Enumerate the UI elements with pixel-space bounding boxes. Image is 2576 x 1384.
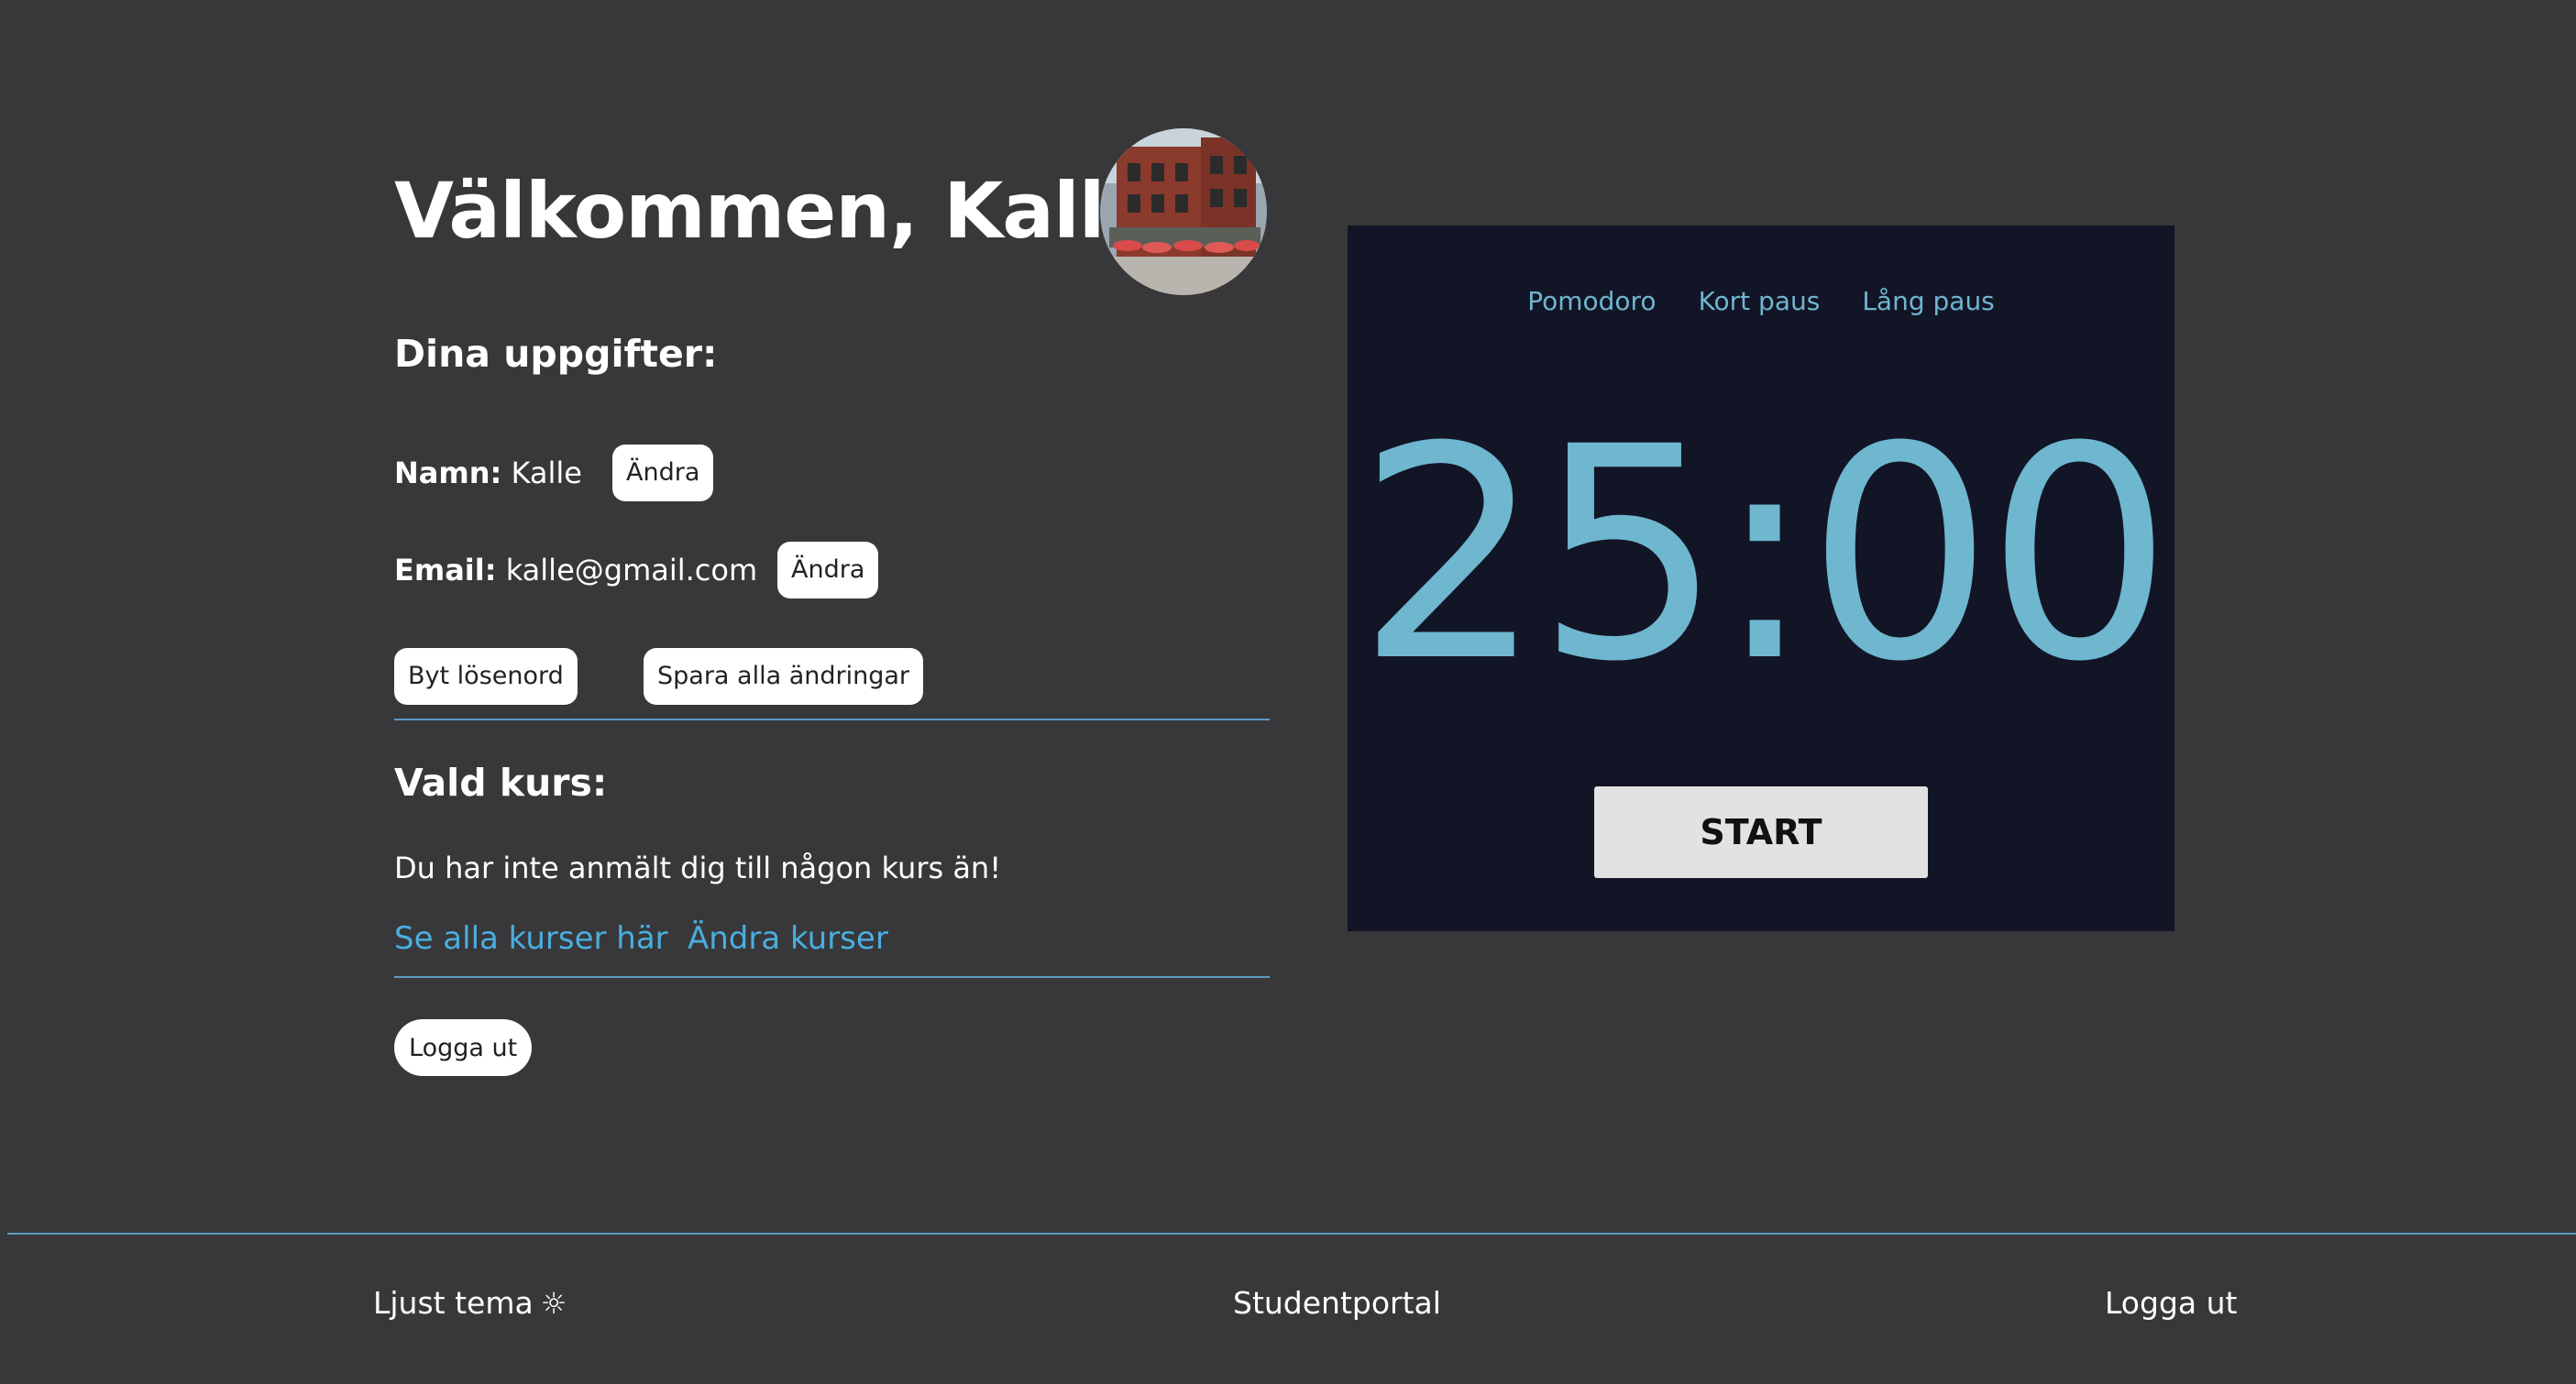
see-courses-link[interactable]: Se alla kurser här: [394, 920, 668, 957]
no-course-text: Du har inte anmält dig till någon kurs ä…: [394, 851, 1002, 885]
tab-long-break[interactable]: Lång paus: [1862, 286, 1994, 316]
theme-toggle[interactable]: Ljust tema ☼: [373, 1285, 567, 1321]
tab-pomodoro[interactable]: Pomodoro: [1527, 286, 1656, 316]
footer-logout-link[interactable]: Logga ut: [2105, 1285, 2237, 1321]
email-row: Email: kalle@gmail.com: [394, 542, 757, 599]
tab-short-break[interactable]: Kort paus: [1699, 286, 1821, 316]
footer-divider: [7, 1233, 2576, 1235]
sun-icon: ☼: [540, 1286, 567, 1321]
timer-tabs: Pomodoro Kort paus Lång paus: [1348, 286, 2174, 316]
details-divider: [394, 719, 1270, 720]
start-button[interactable]: START: [1594, 786, 1928, 878]
pomodoro-timer: Pomodoro Kort paus Lång paus 25:00 START: [1348, 225, 2174, 931]
theme-label: Ljust tema: [373, 1285, 534, 1321]
timer-display: 25:00: [1356, 385, 2173, 726]
email-value: kalle@gmail.com: [505, 553, 758, 588]
save-all-button[interactable]: Spara alla ändringar: [644, 648, 924, 705]
name-label: Namn:: [394, 456, 502, 490]
change-password-button[interactable]: Byt lösenord: [394, 648, 578, 705]
name-row: Namn: Kalle: [394, 445, 582, 501]
avatar: [1100, 128, 1267, 295]
edit-email-button[interactable]: Ändra: [777, 542, 879, 599]
welcome-title: Välkommen, Kalle: [394, 166, 1157, 256]
course-divider: [394, 976, 1270, 978]
change-courses-link[interactable]: Ändra kurser: [688, 920, 888, 957]
name-value: Kalle: [511, 456, 582, 490]
building-photo-icon: [1100, 128, 1267, 295]
edit-name-button[interactable]: Ändra: [612, 445, 714, 501]
logout-button[interactable]: Logga ut: [394, 1019, 533, 1076]
course-heading: Vald kurs:: [394, 761, 608, 805]
email-label: Email:: [394, 553, 497, 588]
details-heading: Dina uppgifter:: [394, 332, 718, 376]
student-portal-link[interactable]: Studentportal: [1233, 1285, 1441, 1321]
page: Välkommen, Kalle Dina uppgifter: Namn: K…: [0, 0, 2576, 1384]
